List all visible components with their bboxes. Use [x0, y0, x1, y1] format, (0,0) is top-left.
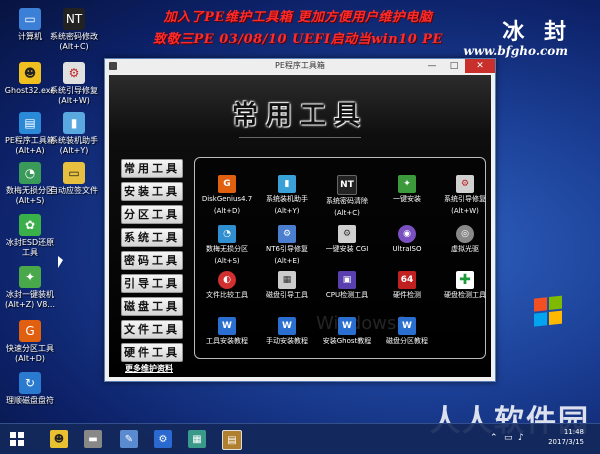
hardware-64-icon: 64 [398, 271, 416, 289]
cgi-gear-icon: ⚙ [338, 225, 356, 243]
word-doc-icon: W [398, 317, 416, 335]
brand-url: www.bfgho.com [463, 44, 568, 58]
heading-divider [239, 137, 361, 138]
brand-name: 冰 封 [502, 19, 572, 45]
tray-volume-icon[interactable]: ♪ [518, 433, 524, 443]
desktop-icon-boot-repair[interactable]: ⚙ 系统引导修复 (Alt+W) [38, 62, 110, 106]
maximize-button[interactable]: □ [443, 59, 465, 73]
taskbar-grid-icon[interactable]: ▦ [188, 430, 206, 448]
word-doc-icon: W [218, 317, 236, 335]
tool-install-helper[interactable]: ▮ 系统装机助手 (Alt+Y) [257, 175, 317, 216]
banner-line-2: 致敬三PE 03/08/10 UEFI启动当win10 PE [153, 32, 443, 47]
disk-boot-icon: ▦ [278, 271, 296, 289]
diskgenius-icon: G [218, 175, 236, 193]
refresh-icon: ↻ [19, 372, 41, 394]
section-heading: 常用工具 [231, 101, 368, 131]
tool-one-key-install[interactable]: ✦ 一键安装 [377, 175, 437, 204]
tray-network-icon[interactable]: ▭ [504, 433, 513, 443]
tool-ultraiso[interactable]: ◉ UltraISO [377, 225, 437, 254]
tool-ghost-tutorial[interactable]: W 安装Ghost教程 [317, 317, 377, 346]
pe-toolbox-window: PE程序工具箱 — □ ✕ 常用工具 常用工具 安装工具 分区工具 系统工具 密… [104, 58, 496, 382]
category-common-tools[interactable]: 常用工具 [121, 159, 183, 178]
install-helper-icon: ▮ [63, 112, 85, 134]
window-titlebar[interactable]: PE程序工具箱 — □ ✕ [105, 59, 495, 73]
disc-icon: ◉ [398, 225, 416, 243]
virtual-drive-icon: ◎ [456, 225, 474, 243]
category-boot-tools[interactable]: 引导工具 [121, 274, 183, 293]
category-install-tools[interactable]: 安装工具 [121, 182, 183, 201]
tool-cpu-check[interactable]: ▣ CPU检测工具 [317, 271, 377, 300]
mouse-cursor-icon [58, 256, 63, 268]
desktop-icon-one-key-install[interactable]: ✦ 冰封一键装机 (Alt+Z) V8... [0, 266, 66, 310]
taskbar-toolbox-icon[interactable]: ▤ [222, 430, 242, 450]
start-button[interactable] [10, 432, 24, 446]
desktop-icon-install-helper[interactable]: ▮ 系统装机助手 (Alt+Y) [38, 112, 110, 156]
tool-diskgenius[interactable]: G DiskGenius4.7 (Alt+D) [197, 175, 257, 216]
tool-hdd-check[interactable]: ✚ 硬盘检测工具 [435, 271, 495, 300]
tool-lossless-partition[interactable]: ◔ 数梅无损分区 (Alt+S) [197, 225, 257, 266]
nt-password-icon: NT [337, 175, 357, 195]
taskbar-drive-icon[interactable]: ▬ [84, 430, 102, 448]
window-title: PE程序工具箱 [275, 61, 325, 70]
more-resources-link[interactable]: 更多维护资料 [125, 363, 173, 374]
category-system-tools[interactable]: 系统工具 [121, 228, 183, 247]
word-doc-icon: W [278, 317, 296, 335]
desktop-icon-esd-restore[interactable]: ✿ 冰封ESD还原 工具 [0, 214, 66, 258]
category-disk-tools[interactable]: 磁盘工具 [121, 297, 183, 316]
window-body: 常用工具 常用工具 安装工具 分区工具 系统工具 密码工具 引导工具 磁盘工具 … [109, 75, 491, 377]
taskbar-clock[interactable]: 11:48 2017/3/15 [548, 427, 584, 447]
taskbar: ☻ ▬ ✎ ⚙ ▦ ▤ ⌃ ▭ ♪ 11:48 2017/3/15 [0, 423, 600, 454]
banner-line-1: 加入了PE维护工具箱 更加方便用户维护电脑 [163, 10, 433, 25]
hdd-check-plus-icon: ✚ [456, 271, 474, 289]
word-doc-icon: W [338, 317, 356, 335]
desktop-icon-auto-file[interactable]: ▭ 自动应签文件 [38, 162, 110, 196]
tool-boot-repair[interactable]: ⚙ 系统引导修复 (Alt+W) [435, 175, 495, 216]
tool-install-tutorial[interactable]: W 工具安装教程 [197, 317, 257, 346]
cpu-icon: ▣ [338, 271, 356, 289]
category-password-tools[interactable]: 密码工具 [121, 251, 183, 270]
nt6-repair-icon: ⚙ [278, 225, 296, 243]
one-key-install-icon: ✦ [19, 266, 41, 288]
nt-password-icon: NT [63, 8, 85, 30]
partition-icon: ◔ [218, 225, 236, 243]
minimize-button[interactable]: — [421, 59, 443, 73]
desktop-icon-password-change[interactable]: NT 系统密码修改 (Alt+C) [38, 8, 110, 52]
one-key-install-icon: ✦ [398, 175, 416, 193]
tool-disk-boot[interactable]: ▦ 磁盘引导工具 [257, 271, 317, 300]
boot-repair-icon: ⚙ [456, 175, 474, 193]
category-hardware-tools[interactable]: 硬件工具 [121, 343, 183, 362]
tool-nt6-boot-repair[interactable]: ⚙ NT6引导修复 (Alt+E) [257, 225, 317, 266]
desktop-icon-quick-partition[interactable]: G 快速分区工具 (Alt+D) [0, 320, 66, 364]
tray-chevron-icon[interactable]: ⌃ [490, 433, 498, 443]
install-helper-icon: ▮ [278, 175, 296, 193]
clock-date: 2017/3/15 [548, 438, 584, 446]
category-file-tools[interactable]: 文件工具 [121, 320, 183, 339]
tool-password-clear[interactable]: NT 系统密码清除 (Alt+C) [317, 175, 377, 218]
category-partition-tools[interactable]: 分区工具 [121, 205, 183, 224]
window-app-icon [109, 62, 117, 70]
tool-partition-tutorial[interactable]: W 磁盘分区教程 [377, 317, 437, 346]
taskbar-gear-icon[interactable]: ⚙ [154, 430, 172, 448]
file-compare-icon: ◐ [218, 271, 236, 289]
tool-hardware-check[interactable]: 64 硬件检测 [377, 271, 437, 300]
tool-virtual-drive[interactable]: ◎ 虚拟光驱 [435, 225, 495, 254]
taskbar-tools-icon[interactable]: ✎ [120, 430, 138, 448]
boot-repair-icon: ⚙ [63, 62, 85, 84]
windows-logo-icon [534, 295, 564, 328]
desktop-icon-drive-letters[interactable]: ↻ 理顺磁盘盘符 [0, 372, 66, 406]
taskbar-ghost-icon[interactable]: ☻ [50, 430, 68, 448]
esd-restore-icon: ✿ [19, 214, 41, 236]
diskgenius-icon: G [19, 320, 41, 342]
tool-manual-install-tutorial[interactable]: W 手动安装教程 [257, 317, 317, 346]
tool-file-compare[interactable]: ◐ 文件比较工具 [197, 271, 257, 300]
close-button[interactable]: ✕ [465, 59, 495, 73]
folder-icon: ▭ [63, 162, 85, 184]
tool-cgi-install[interactable]: ⚙ 一键安装 CGI [317, 225, 377, 254]
clock-time: 11:48 [563, 428, 584, 436]
